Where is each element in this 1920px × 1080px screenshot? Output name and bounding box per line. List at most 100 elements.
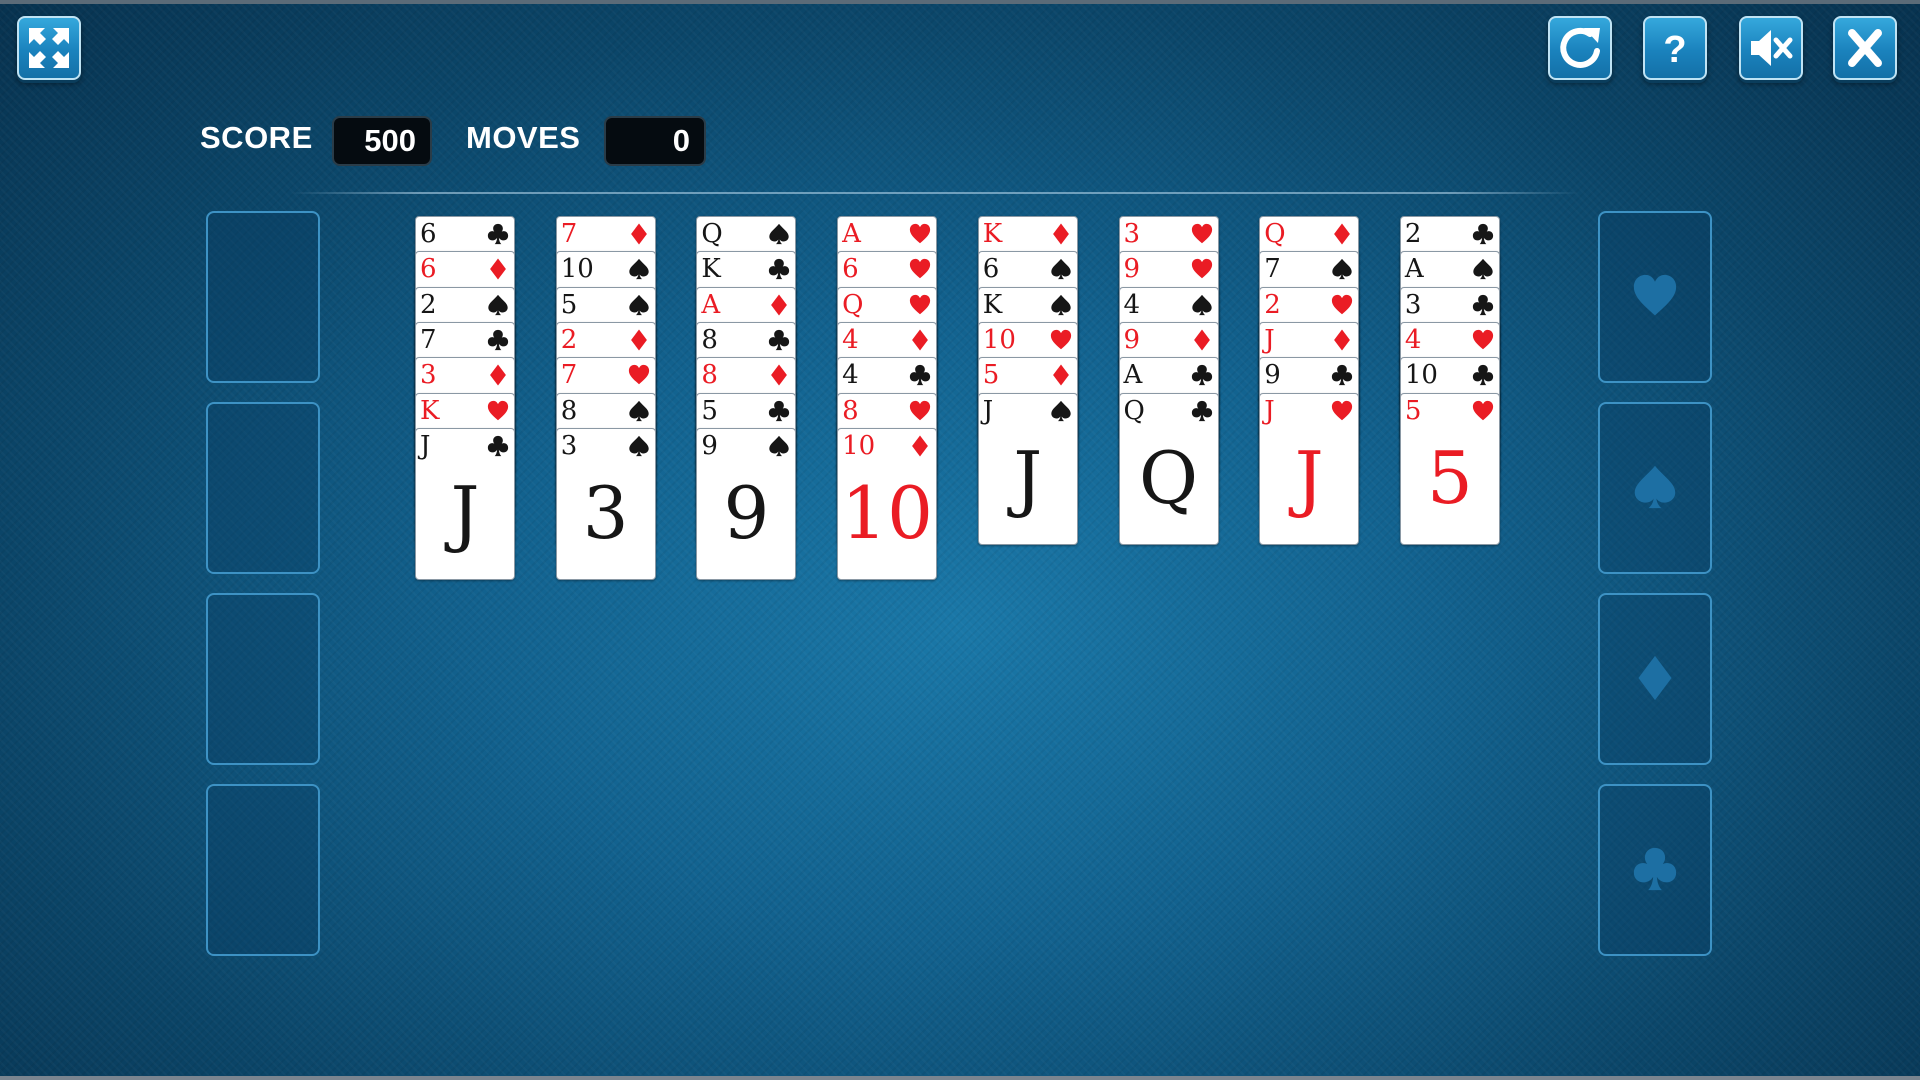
card-rank: 7	[1264, 254, 1281, 285]
diamond-icon	[1052, 364, 1069, 386]
diamond-icon	[490, 364, 506, 386]
card-rank: 5	[560, 289, 578, 320]
card-rank: Q	[1123, 395, 1145, 426]
card-rank: J	[982, 395, 994, 426]
free-cell-slot[interactable]	[206, 784, 320, 956]
score-value: 500	[332, 116, 432, 166]
card-rank: K	[982, 289, 1003, 320]
club-icon	[1472, 294, 1494, 315]
club-icon	[769, 329, 790, 351]
free-cell-slot[interactable]	[206, 593, 320, 765]
free-cell-slot[interactable]	[206, 211, 320, 383]
card-rank: A	[842, 219, 861, 249]
free-cell-slot[interactable]	[206, 402, 320, 574]
heart-icon	[909, 294, 931, 314]
heart-icon	[1472, 400, 1494, 420]
diamond-icon	[1052, 223, 1069, 245]
playing-card[interactable]: QQ	[1118, 392, 1219, 545]
fullscreen-button[interactable]	[17, 16, 81, 80]
card-rank: K	[701, 254, 721, 285]
card-rank: 6	[420, 254, 437, 285]
spade-icon	[1634, 465, 1676, 509]
club-icon	[769, 259, 790, 280]
playing-card[interactable]: JJ	[415, 427, 515, 580]
card-rank: 3	[1123, 219, 1141, 249]
card-rank: 2	[1264, 289, 1281, 320]
club-icon	[1472, 223, 1494, 245]
playing-card[interactable]: JJ	[977, 392, 1078, 545]
diamond-icon	[630, 329, 647, 351]
playing-card[interactable]: 10 10	[837, 427, 938, 580]
card-rank: Q	[1264, 219, 1286, 249]
card-rank: 8	[842, 395, 859, 426]
card-rank: Q	[842, 289, 864, 320]
card-rank: 2	[1404, 219, 1422, 249]
close-icon	[1848, 29, 1882, 67]
card-rank: 9	[1123, 324, 1141, 355]
club-icon	[1332, 365, 1353, 386]
card-rank: 8	[701, 360, 718, 391]
foundation-slot-spades[interactable]	[1598, 402, 1712, 574]
diamond-icon	[771, 294, 788, 316]
sound-muted-icon	[1751, 30, 1793, 66]
bottom-edge	[0, 1076, 1920, 1080]
playing-card[interactable]: 99	[696, 427, 797, 580]
card-rank: 5	[701, 395, 718, 426]
foundation-slot-diamonds[interactable]	[1598, 593, 1712, 765]
moves-value: 0	[604, 116, 706, 166]
card-rank: 8	[701, 324, 718, 355]
heart-icon	[487, 400, 509, 420]
card-rank: 9	[701, 430, 718, 461]
card-rank: 4	[1123, 289, 1141, 320]
heart-icon	[1050, 329, 1071, 350]
heart-icon	[1633, 274, 1677, 316]
spade-icon	[629, 294, 649, 315]
diamond-icon	[1334, 329, 1351, 351]
spade-icon	[488, 294, 508, 315]
card-rank: J	[1264, 324, 1275, 355]
card-rank: 3	[420, 360, 437, 391]
card-rank: 9	[1264, 360, 1281, 391]
spade-icon	[1051, 400, 1071, 421]
foundation-slot-clubs[interactable]	[1598, 784, 1712, 956]
card-rank-large: J	[1013, 435, 1043, 520]
heart-icon	[1332, 294, 1353, 314]
card-rank-large: J	[450, 470, 480, 555]
card-rank: 3	[560, 430, 578, 461]
club-icon	[1191, 400, 1212, 421]
diamond-icon	[771, 364, 788, 386]
card-rank-large: 9	[723, 470, 770, 555]
playing-card[interactable]: 33	[555, 427, 656, 580]
card-rank: 5	[982, 360, 1000, 391]
foundation-slot-hearts[interactable]	[1598, 211, 1712, 383]
spade-icon	[1191, 294, 1212, 315]
card-rank: 4	[842, 324, 859, 355]
mute-button[interactable]	[1739, 16, 1803, 80]
spade-icon	[1473, 259, 1493, 280]
help-icon: ?	[1663, 29, 1686, 71]
club-icon	[1633, 847, 1677, 891]
card-rank: 2	[560, 324, 578, 355]
card-rank: K	[420, 395, 440, 426]
help-button[interactable]: ?	[1643, 16, 1707, 80]
card-rank-large: Q	[1138, 435, 1199, 520]
spade-icon	[769, 223, 790, 245]
card-rank-large: 5	[1426, 435, 1473, 520]
card-rank: 3	[1404, 289, 1422, 320]
playing-card[interactable]: 55	[1399, 392, 1500, 545]
diamond-icon	[912, 435, 929, 457]
playing-card[interactable]: JJ	[1259, 392, 1360, 545]
card-rank: A	[1404, 254, 1424, 285]
diamond-icon	[490, 258, 506, 280]
restart-button[interactable]	[1548, 16, 1612, 80]
spade-icon	[629, 400, 649, 421]
heart-icon	[628, 365, 649, 385]
hud-divider	[290, 192, 1580, 194]
spade-icon	[1051, 259, 1071, 280]
spade-icon	[1332, 259, 1352, 280]
score-label: SCORE	[200, 120, 313, 155]
svg-text:?: ?	[1663, 29, 1686, 71]
diamond-icon	[912, 329, 929, 351]
card-rank: K	[982, 219, 1003, 249]
close-button[interactable]	[1833, 16, 1897, 80]
